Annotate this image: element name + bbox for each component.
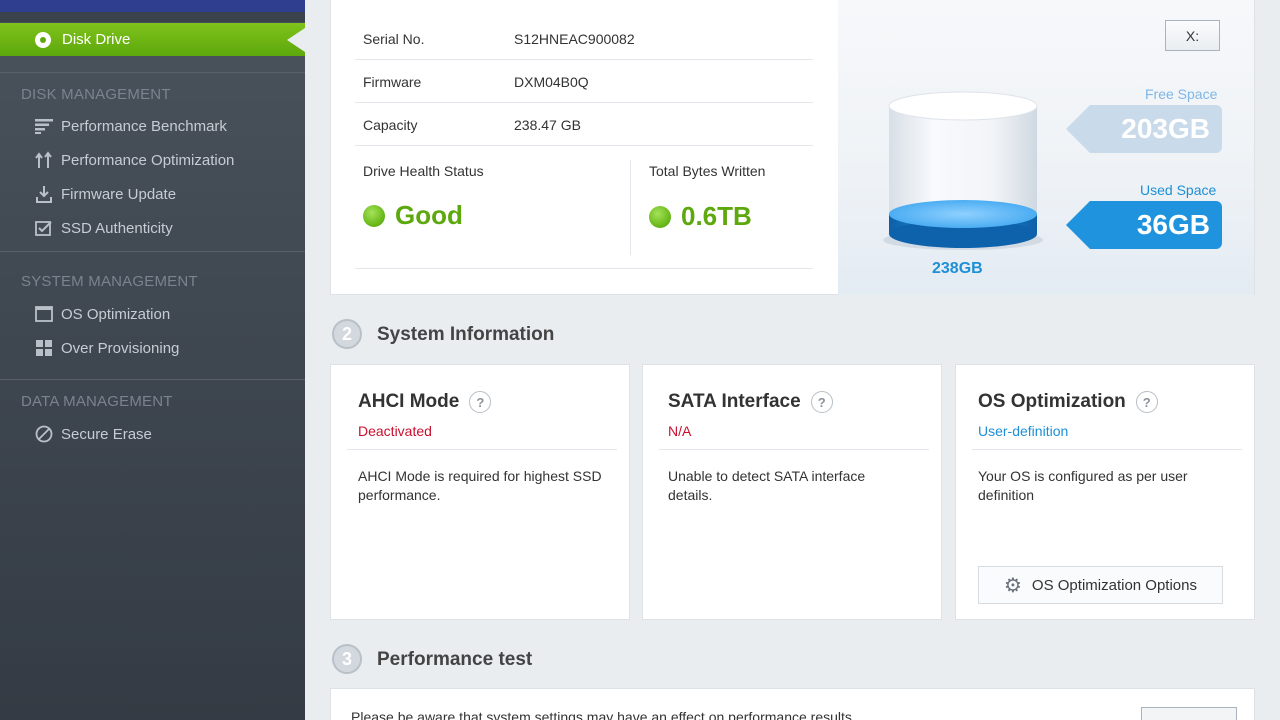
drive-letter-button[interactable]: X:: [1165, 20, 1220, 51]
status-dot-icon: [363, 204, 385, 227]
free-space-value: 203GB: [1121, 113, 1210, 144]
card-status: User-definition: [978, 423, 1069, 439]
sidebar-item-firmware-update[interactable]: Firmware Update: [35, 183, 176, 205]
card-separator: [659, 449, 929, 450]
used-space-label: Used Space: [1140, 182, 1217, 198]
gear-icon: ⚙: [1003, 574, 1022, 597]
performance-note: Please be aware that system settings may…: [351, 709, 856, 720]
sidebar-item-label: Over Provisioning: [61, 339, 180, 357]
sidebar-item-os-optimization[interactable]: OS Optimization: [35, 303, 170, 325]
sidebar-item-disk-drive[interactable]: Disk Drive: [0, 23, 305, 56]
stat-bottom-line: [355, 268, 813, 269]
total-capacity-label: 238GB: [932, 260, 983, 277]
sidebar: Disk Drive DISK MANAGEMENT Performance B…: [0, 0, 305, 720]
sidebar-item-label: Performance Benchmark: [61, 117, 227, 135]
info-key: Firmware: [363, 74, 422, 90]
card-status: N/A: [668, 423, 692, 439]
section-title-performance-test: Performance test: [377, 649, 533, 670]
info-value: 238.47 GB: [514, 117, 581, 133]
card-description: AHCI Mode is required for highest SSD pe…: [358, 468, 602, 503]
grid-icon: [35, 339, 53, 357]
sidebar-item-performance-benchmark[interactable]: Performance Benchmark: [35, 115, 227, 137]
info-value: DXM04B0Q: [514, 74, 589, 90]
sidebar-item-label: SSD Authenticity: [61, 219, 173, 237]
download-icon: [35, 185, 53, 203]
sidebar-item-over-provisioning[interactable]: Over Provisioning: [35, 337, 179, 359]
sidebar-divider: [0, 251, 305, 252]
health-label: Drive Health Status: [363, 163, 484, 179]
sidebar-item-label: Disk Drive: [62, 31, 131, 48]
card-separator: [972, 449, 1242, 450]
performance-test-card: Please be aware that system settings may…: [330, 688, 1255, 720]
sidebar-item-label: Secure Erase: [61, 425, 152, 443]
sata-interface-card: SATA Interface ? N/A Unable to detect SA…: [642, 364, 942, 620]
section-title-system-management: SYSTEM MANAGEMENT: [21, 273, 198, 290]
help-icon[interactable]: ?: [469, 391, 492, 413]
up-arrows-icon: [35, 151, 53, 169]
card-title-text: SATA Interface: [668, 391, 801, 412]
info-row-serial: Serial No. S12HNEAC900082: [355, 18, 813, 60]
storage-cylinder-icon: [883, 91, 1043, 250]
info-row-firmware: Firmware DXM04B0Q: [355, 61, 813, 103]
health-value: Good: [363, 200, 463, 231]
radio-dot-icon: [35, 31, 51, 48]
info-key: Serial No.: [363, 31, 425, 47]
sidebar-top-strip: [0, 0, 305, 12]
free-space-tag: 203GB: [1066, 105, 1222, 153]
tbw-value: 0.6TB: [649, 201, 752, 232]
sidebar-item-label: OS Optimization: [61, 305, 171, 323]
os-optimization-options-button[interactable]: ⚙ OS Optimization Options: [978, 566, 1223, 604]
card-title-text: AHCI Mode: [358, 391, 460, 412]
window-icon: [35, 305, 53, 323]
info-row-capacity: Capacity 238.47 GB: [355, 104, 813, 146]
benchmark-bars-icon: [35, 117, 53, 135]
checkbox-check-icon: [35, 219, 53, 237]
stat-divider: [630, 160, 631, 255]
performance-run-button[interactable]: [1141, 707, 1237, 720]
used-space-tag: 36GB: [1066, 201, 1222, 249]
free-space-label: Free Space: [1145, 86, 1218, 102]
tbw-value-text: 0.6TB: [681, 201, 752, 231]
sidebar-top-strip-dark: [0, 12, 305, 22]
help-icon[interactable]: ?: [1135, 391, 1158, 413]
active-indicator-notch: [287, 28, 305, 52]
os-optimization-card: OS Optimization ? User-definition Your O…: [955, 364, 1255, 620]
card-status: Deactivated: [358, 423, 432, 439]
card-title-text: OS Optimization: [978, 391, 1126, 412]
help-icon[interactable]: ?: [810, 391, 833, 413]
card-title: SATA Interface ?: [668, 391, 833, 413]
info-value: S12HNEAC900082: [514, 31, 635, 47]
sidebar-divider: [0, 379, 305, 380]
sidebar-item-performance-optimization[interactable]: Performance Optimization: [35, 149, 234, 171]
sidebar-divider: [0, 72, 305, 73]
health-value-text: Good: [395, 200, 463, 230]
sidebar-item-secure-erase[interactable]: Secure Erase: [35, 423, 152, 445]
sidebar-item-label: Firmware Update: [61, 185, 177, 203]
card-description: Your OS is configured as per user defini…: [978, 468, 1188, 503]
card-separator: [347, 449, 617, 450]
card-title: OS Optimization ?: [978, 391, 1158, 413]
card-description: Unable to detect SATA interface details.: [668, 468, 866, 503]
card-title: AHCI Mode ?: [358, 391, 492, 413]
tbw-label: Total Bytes Written: [649, 163, 766, 179]
status-dot-icon: [649, 205, 671, 228]
prohibited-icon: [35, 425, 53, 443]
step-number-2: 2: [332, 319, 362, 349]
step-number-3: 3: [332, 644, 362, 674]
info-key: Capacity: [363, 117, 418, 133]
section-title-data-management: DATA MANAGEMENT: [21, 393, 173, 410]
ahci-mode-card: AHCI Mode ? Deactivated AHCI Mode is req…: [330, 364, 630, 620]
section-title-disk-management: DISK MANAGEMENT: [21, 86, 171, 103]
section-title-system-information: System Information: [377, 324, 555, 345]
button-label: OS Optimization Options: [1031, 576, 1197, 594]
sidebar-item-ssd-authenticity[interactable]: SSD Authenticity: [35, 217, 173, 239]
sidebar-item-label: Performance Optimization: [61, 151, 235, 169]
used-space-value: 36GB: [1136, 209, 1210, 240]
